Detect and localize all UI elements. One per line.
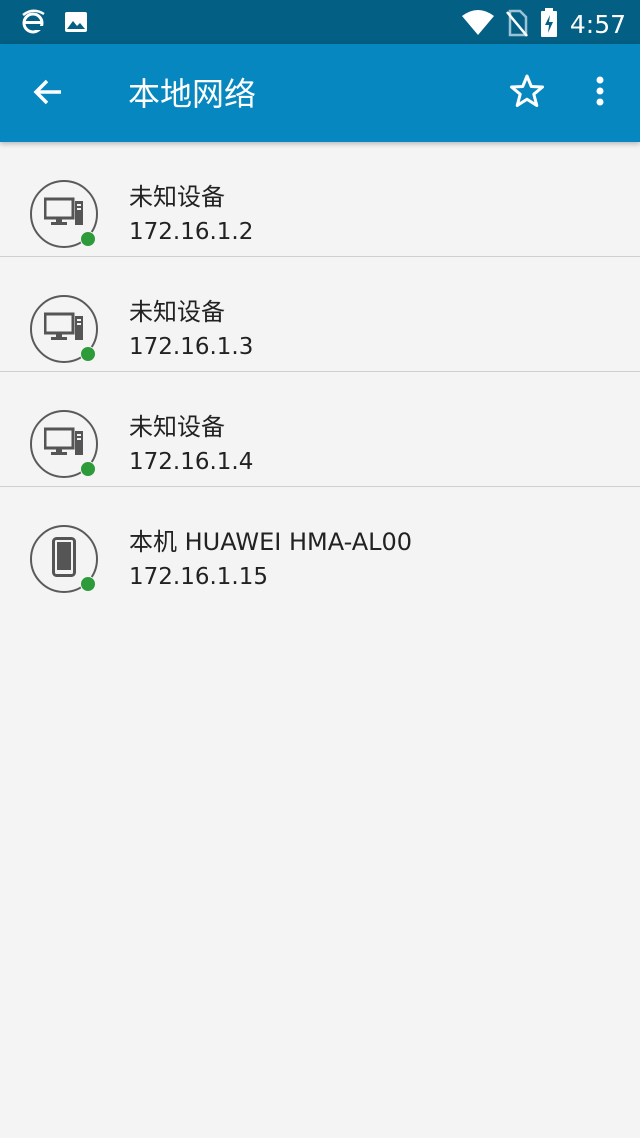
device-row[interactable]: 未知设备 172.16.1.4: [0, 372, 640, 487]
star-outline-icon: [509, 73, 545, 113]
online-status-dot: [80, 576, 96, 592]
device-name: 未知设备: [129, 183, 225, 211]
device-ip: 172.16.1.3: [129, 334, 254, 360]
device-ip: 172.16.1.4: [129, 449, 254, 475]
smartphone-icon: [52, 537, 76, 581]
ie-browser-icon: [20, 9, 46, 39]
more-vertical-icon: [595, 75, 605, 111]
desktop-computer-icon: [43, 427, 84, 461]
no-sim-icon: [505, 9, 528, 41]
device-row[interactable]: 未知设备 172.16.1.2: [0, 142, 640, 257]
device-name: 本机 HUAWEI HMA-AL00: [129, 528, 413, 556]
battery-charging-icon: [540, 8, 558, 42]
device-ip: 172.16.1.2: [129, 219, 254, 245]
favorite-button[interactable]: [504, 70, 550, 116]
status-right-icons: 4:57: [461, 8, 626, 42]
status-time: 4:57: [569, 10, 626, 39]
desktop-computer-icon: [43, 312, 84, 346]
arrow-back-icon: [32, 76, 64, 112]
online-status-dot: [80, 346, 96, 362]
device-list: 未知设备 172.16.1.2 未知设备 172.16.1.3 未知设备 172…: [0, 142, 640, 602]
device-row[interactable]: 未知设备 172.16.1.3: [0, 257, 640, 372]
device-ip: 172.16.1.15: [129, 564, 268, 590]
online-status-dot: [80, 231, 96, 247]
device-name: 未知设备: [129, 298, 225, 326]
wifi-icon: [461, 10, 494, 40]
online-status-dot: [80, 461, 96, 477]
device-name: 未知设备: [129, 413, 225, 441]
status-left-icons: [20, 9, 88, 39]
app-bar: 本地网络: [0, 44, 640, 142]
status-bar: 4:57: [0, 0, 640, 44]
back-button[interactable]: [26, 72, 70, 116]
more-options-button[interactable]: [582, 70, 618, 116]
page-title: 本地网络: [128, 75, 257, 113]
device-row[interactable]: 本机 HUAWEI HMA-AL00 172.16.1.15: [0, 487, 640, 602]
desktop-computer-icon: [43, 197, 84, 231]
image-icon: [64, 11, 88, 37]
